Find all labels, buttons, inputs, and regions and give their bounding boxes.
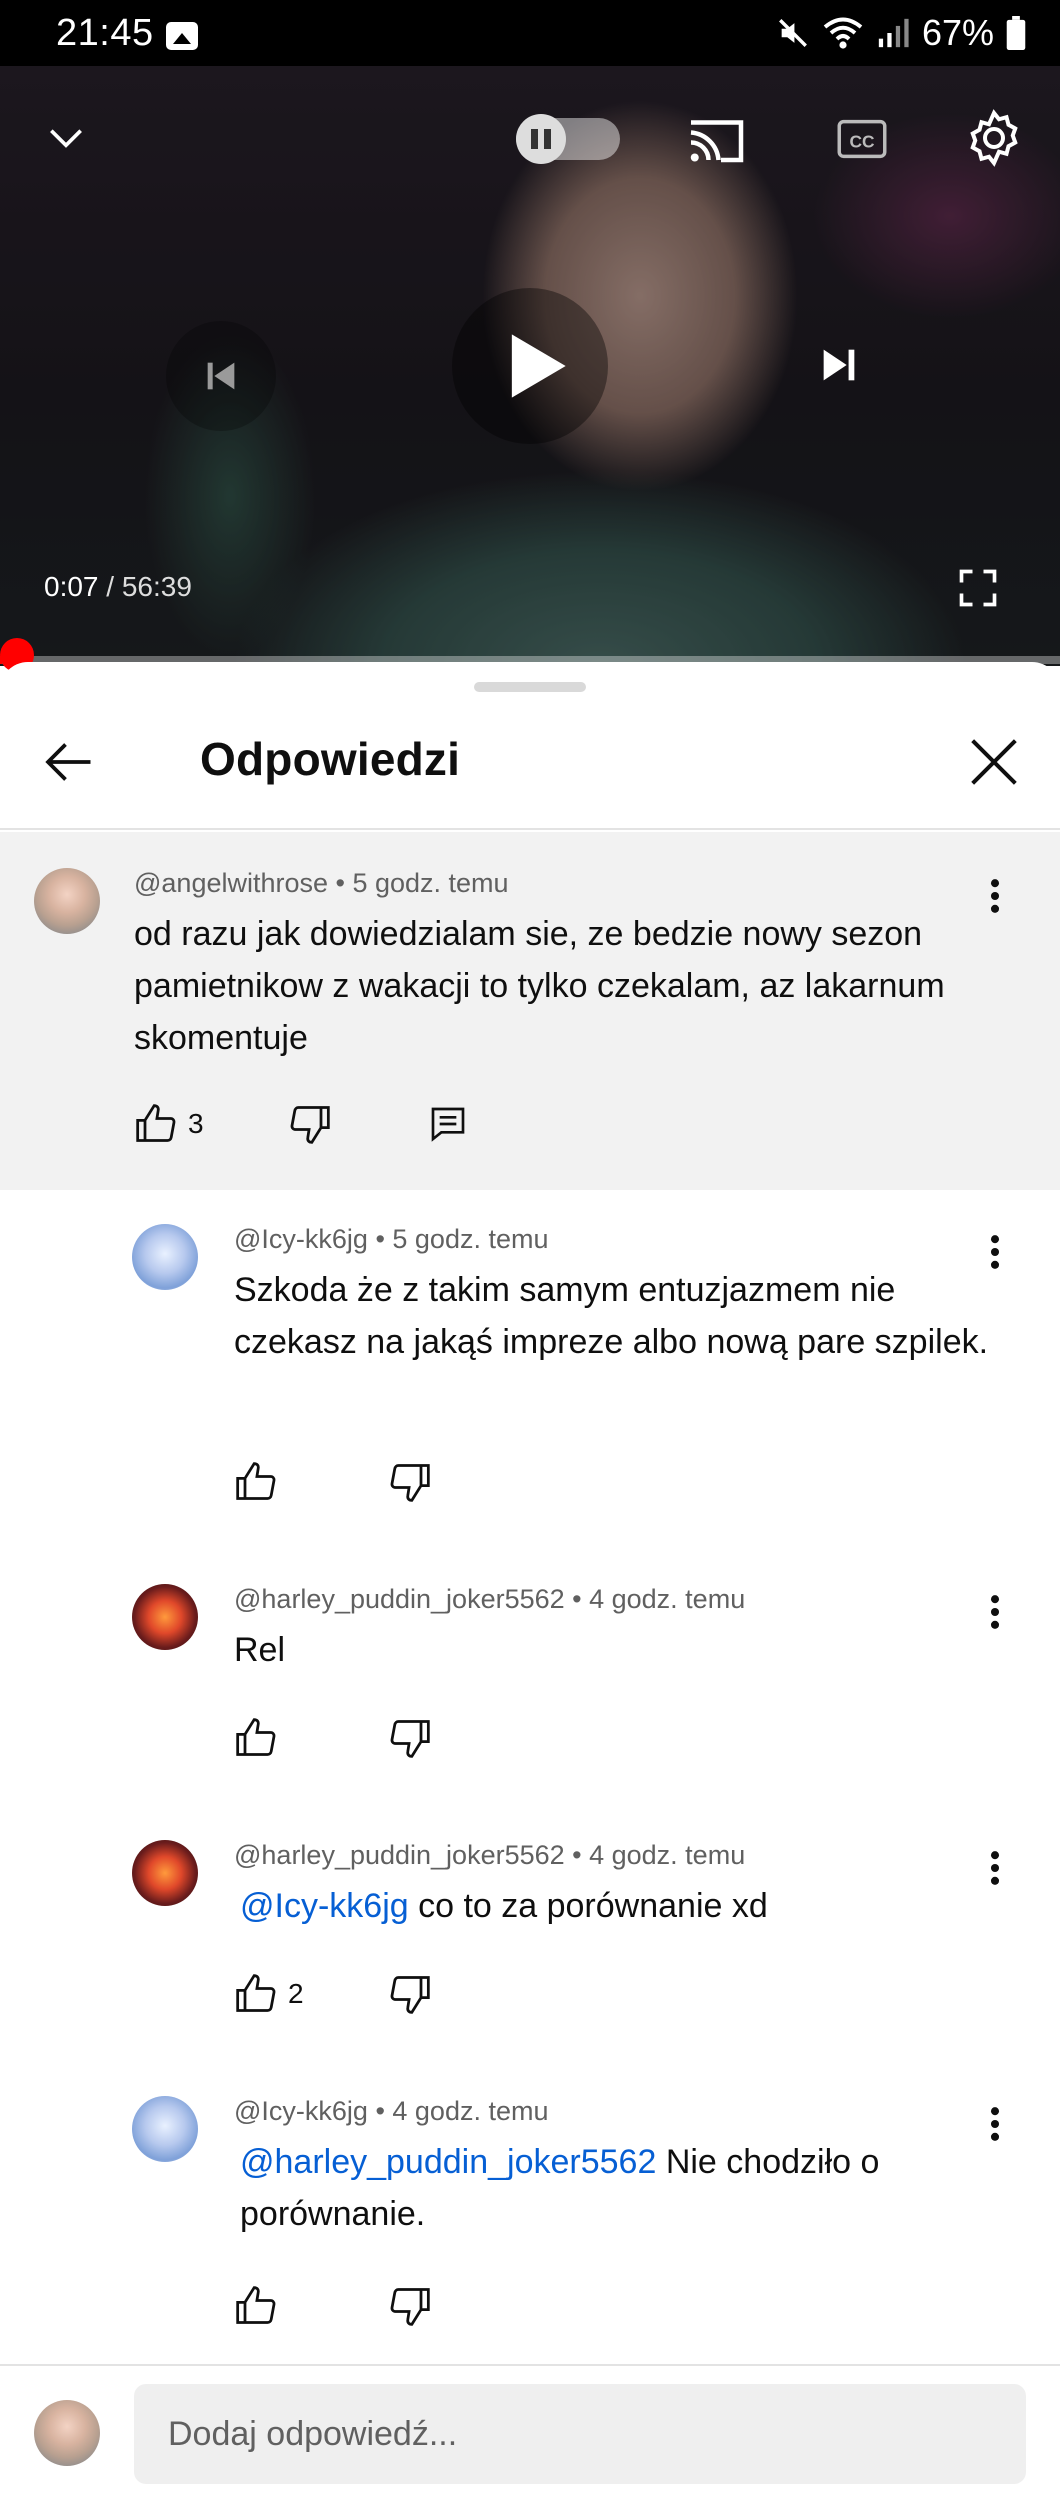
like-icon: [236, 1974, 276, 2012]
dislike-button[interactable]: [388, 1460, 432, 1504]
comment-text: Rel: [234, 1624, 994, 1676]
wifi-icon: [822, 15, 864, 51]
reply-item: @Icy-kk6jg • 4 godz. temu @harley_puddin…: [0, 2062, 1060, 2362]
comment-meta: @Icy-kk6jg • 4 godz. temu: [234, 2096, 549, 2127]
svg-text:CC: CC: [849, 132, 875, 152]
avatar[interactable]: [132, 2096, 198, 2162]
gallery-icon: [166, 22, 198, 50]
comment-mention[interactable]: @harley_puddin_joker5562: [240, 2143, 656, 2181]
mute-icon: [776, 16, 810, 50]
close-icon[interactable]: [962, 730, 1026, 794]
like-count: 2: [288, 1978, 304, 2009]
avatar[interactable]: [132, 1584, 198, 1650]
comment-author[interactable]: @harley_puddin_joker5562: [234, 1584, 565, 1614]
comment-text: @harley_puddin_joker5562 Nie chodziło o …: [240, 2136, 960, 2240]
dislike-icon: [390, 1464, 430, 1502]
comment-body: Rel: [234, 1631, 286, 1669]
comment-icon: [431, 1107, 465, 1142]
next-icon[interactable]: [816, 342, 862, 393]
sheet-title: Odpowiedzi: [200, 733, 461, 785]
captions-icon[interactable]: CC: [836, 114, 888, 169]
comment-mention[interactable]: @Icy-kk6jg: [240, 1887, 409, 1925]
comment-author[interactable]: @Icy-kk6jg: [234, 2096, 368, 2126]
comment-meta: @harley_puddin_joker5562 • 4 godz. temu: [234, 1584, 745, 1615]
avatar[interactable]: [132, 1224, 198, 1290]
back-arrow-icon[interactable]: [38, 732, 98, 792]
drag-handle[interactable]: [474, 682, 586, 692]
like-button[interactable]: [234, 1716, 288, 1760]
like-icon: [236, 2286, 276, 2324]
cast-icon[interactable]: [686, 112, 746, 173]
comment-author[interactable]: @angelwithrose: [134, 868, 328, 898]
previous-icon: [207, 362, 235, 390]
dislike-button[interactable]: [388, 1972, 432, 2016]
like-button[interactable]: [234, 1460, 288, 1504]
previous-button[interactable]: [166, 321, 276, 431]
battery-percent: 67%: [921, 12, 994, 53]
dislike-icon: [390, 2288, 430, 2326]
dislike-button[interactable]: [388, 1716, 432, 1760]
signal-icon: [876, 16, 910, 50]
battery-icon: [1006, 16, 1026, 50]
like-button[interactable]: [234, 2284, 288, 2328]
user-avatar: [34, 2400, 100, 2466]
replies-sheet: Odpowiedzi @angelwithrose • 5 godz. temu…: [0, 662, 1060, 2499]
pause-icon: [516, 114, 566, 164]
dislike-button[interactable]: [388, 2284, 432, 2328]
avatar[interactable]: [132, 1840, 198, 1906]
duration: / 56:39: [98, 571, 192, 602]
fullscreen-icon[interactable]: [956, 566, 1000, 615]
comment-time: • 5 godz. temu: [367, 1224, 549, 1254]
sheet-header: Odpowiedzi: [0, 692, 1060, 830]
like-button[interactable]: 2: [234, 1972, 304, 2016]
comment-body: Szkoda że z takim samym entuzjazmem nie …: [234, 1271, 989, 1361]
play-button[interactable]: [452, 288, 608, 444]
status-time: 21:45: [56, 12, 154, 54]
play-icon: [511, 334, 566, 398]
comment-meta: @harley_puddin_joker5562 • 4 godz. temu: [234, 1840, 745, 1871]
reply-button[interactable]: [428, 1104, 468, 1144]
video-player[interactable]: CC 0:07 / 56:39: [0, 66, 1060, 666]
comment-body: co to za porównanie xd: [408, 1887, 768, 1925]
comment-text: @Icy-kk6jg co to za porównanie xd: [240, 1880, 1000, 1932]
comment-author[interactable]: @harley_puddin_joker5562: [234, 1840, 565, 1870]
comment-time: • 5 godz. temu: [328, 868, 509, 898]
like-button[interactable]: 3: [134, 1102, 204, 1146]
comment-text: Szkoda że z takim samym entuzjazmem nie …: [234, 1264, 994, 1368]
like-icon: [136, 1104, 176, 1142]
reply-bar: [0, 2364, 1060, 2499]
status-bar: 21:45 67%: [0, 0, 1060, 66]
time-display: 0:07 / 56:39: [44, 571, 192, 603]
reply-item: @harley_puddin_joker5562 • 4 godz. temu …: [0, 1550, 1060, 1806]
like-count: 3: [188, 1108, 204, 1139]
reply-item: @harley_puddin_joker5562 • 4 godz. temu …: [0, 1806, 1060, 2062]
comment-time: • 4 godz. temu: [564, 1584, 746, 1614]
reply-input[interactable]: [134, 2384, 1026, 2484]
comment-author[interactable]: @Icy-kk6jg: [234, 1224, 368, 1254]
reply-item: @Icy-kk6jg • 5 godz. temu Szkoda że z ta…: [0, 1190, 1060, 1550]
current-time: 0:07: [44, 571, 99, 602]
dislike-icon: [290, 1106, 330, 1144]
like-icon: [236, 1462, 276, 1500]
dislike-icon: [390, 1976, 430, 2014]
like-icon: [236, 1718, 276, 1756]
comment-time: • 4 godz. temu: [367, 2096, 549, 2126]
comment-meta: @Icy-kk6jg • 5 godz. temu: [234, 1224, 549, 1255]
chevron-down-icon[interactable]: [44, 116, 88, 165]
dislike-icon: [390, 1720, 430, 1758]
autoplay-toggle[interactable]: [516, 114, 620, 164]
comment-time: • 4 godz. temu: [564, 1840, 746, 1870]
dislike-button[interactable]: [288, 1102, 332, 1146]
avatar[interactable]: [34, 868, 100, 934]
more-options-icon[interactable]: [975, 2102, 1015, 2152]
status-icons: 67%: [776, 10, 1026, 56]
settings-icon[interactable]: [964, 108, 1024, 173]
comment-meta: @angelwithrose • 5 godz. temu: [134, 868, 509, 899]
parent-comment: @angelwithrose • 5 godz. temu od razu ja…: [0, 832, 1060, 1190]
comment-text: od razu jak dowiedzialam sie, ze bedzie …: [134, 915, 945, 1057]
